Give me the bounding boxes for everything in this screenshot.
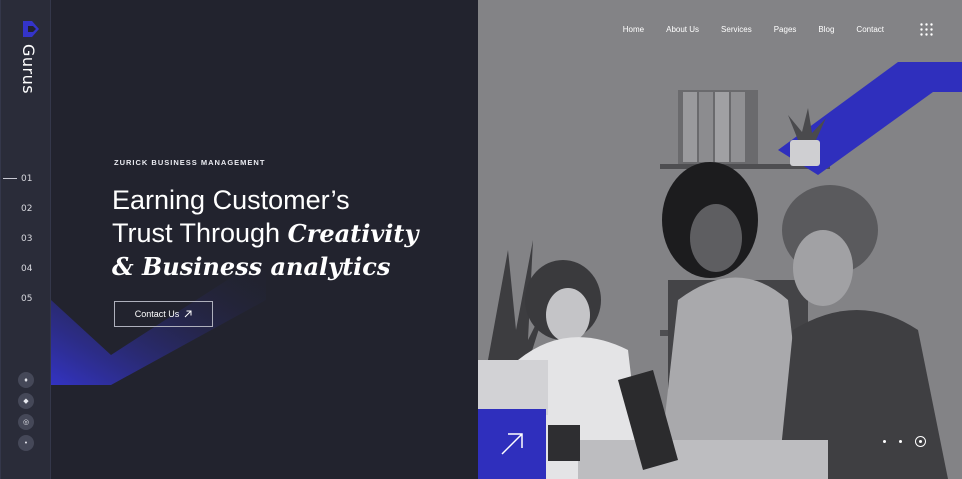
social-links: ♦ ◆ ◎ • (18, 372, 34, 456)
nav-blog[interactable]: Blog (818, 25, 834, 34)
arrow-up-right-icon (184, 310, 192, 318)
hero-eyebrow: ZURICK BUSINESS MANAGEMENT (114, 158, 266, 167)
headline-line-2: Trust Through Creativity (112, 217, 472, 250)
slider-dot-3-active[interactable] (915, 436, 926, 447)
headline-line-3-italic: & Business analytics (112, 252, 391, 281)
slide-number-05[interactable]: 05 (1, 292, 52, 322)
headline-line-2-plain: Trust Through (112, 218, 288, 248)
instagram-icon[interactable]: ◎ (18, 414, 34, 430)
slide-number-03[interactable]: 03 (1, 232, 52, 262)
headline-line-3: & Business analytics (112, 250, 472, 283)
grid-menu-icon[interactable] (920, 23, 933, 36)
slider-dot-1[interactable] (883, 440, 886, 443)
nav-services[interactable]: Services (721, 25, 752, 34)
contact-us-label: Contact Us (134, 309, 180, 319)
slider-dots (883, 436, 926, 447)
nav-pages[interactable]: Pages (774, 25, 797, 34)
headline-line-2-italic: Creativity (287, 219, 419, 248)
slide-number-list: 01 02 03 04 05 (1, 172, 52, 322)
headline-line-1: Earning Customer’s (112, 185, 350, 215)
brand-name[interactable]: Gurus (19, 44, 38, 94)
contact-us-button[interactable]: Contact Us (114, 301, 213, 327)
twitter-icon[interactable]: ♦ (18, 372, 34, 388)
nav-contact[interactable]: Contact (856, 25, 884, 34)
slide-number-01[interactable]: 01 (1, 172, 52, 202)
team-photo-illustration (478, 0, 962, 479)
dribbble-icon[interactable]: • (18, 435, 34, 451)
gurus-logo-icon[interactable] (22, 20, 40, 38)
arrow-up-right-icon (501, 433, 523, 455)
nav-home[interactable]: Home (623, 25, 644, 34)
hero-content: ZURICK BUSINESS MANAGEMENT Earning Custo… (51, 0, 478, 479)
nav-about-us[interactable]: About Us (666, 25, 699, 34)
slider-dot-2[interactable] (899, 440, 902, 443)
slide-number-02[interactable]: 02 (1, 202, 52, 232)
hero-photo: Home About Us Services Pages Blog Contac… (478, 0, 962, 479)
arrow-tile-button[interactable] (478, 409, 546, 479)
left-rail: Gurus 01 02 03 04 05 ♦ ◆ ◎ • (0, 0, 51, 479)
facebook-icon[interactable]: ◆ (18, 393, 34, 409)
hero-headline: Earning Customer’s Trust Through Creativ… (112, 184, 472, 283)
main-nav: Home About Us Services Pages Blog Contac… (623, 25, 884, 34)
slide-number-04[interactable]: 04 (1, 262, 52, 292)
